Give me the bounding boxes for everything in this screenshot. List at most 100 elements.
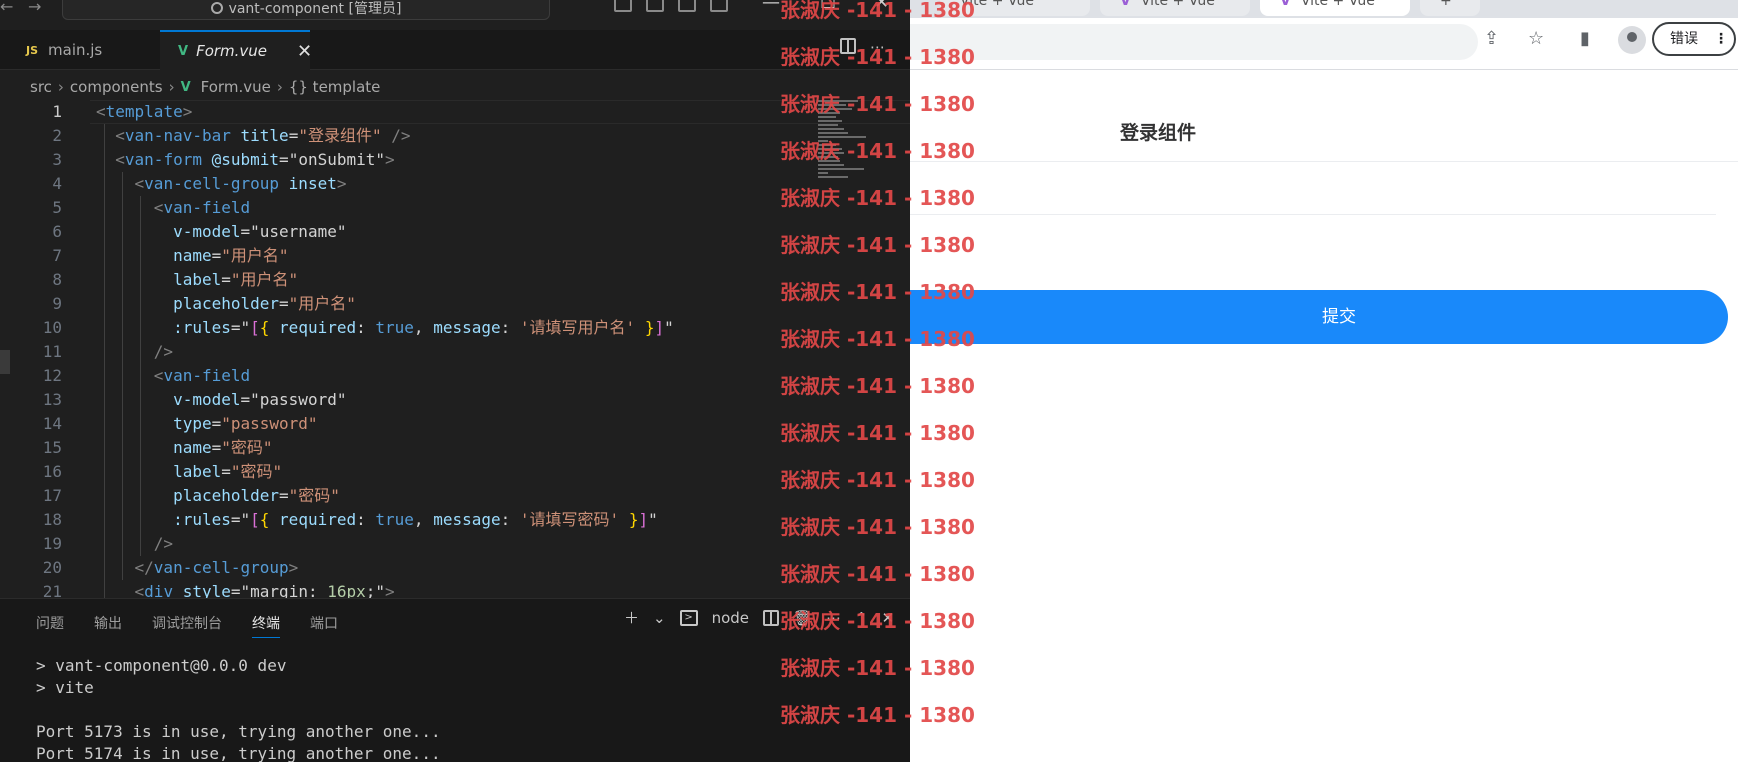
back-arrow-icon[interactable]: ←: [0, 0, 13, 15]
minimap-line: [818, 136, 866, 138]
terminal-line: > vite: [36, 678, 94, 697]
browser-tab[interactable]: V Vite + Vue: [1100, 0, 1250, 16]
code-line[interactable]: 3 <van-form @submit="onSubmit">: [0, 148, 910, 172]
chevron-up-icon[interactable]: ⌃: [855, 609, 868, 627]
chevron-down-icon[interactable]: ⌄: [653, 609, 666, 627]
browser-tab-active[interactable]: V Vite + Vue: [1260, 0, 1410, 16]
minimap-line: [818, 164, 844, 166]
minimap-line: [818, 152, 844, 154]
address-bar[interactable]: [910, 24, 1478, 60]
minimap-line: [818, 148, 842, 150]
tab-terminal[interactable]: 终端: [252, 613, 280, 638]
line-number: 16: [42, 462, 62, 481]
code-line[interactable]: 7 name="用户名": [0, 244, 910, 268]
code-text: name="用户名": [173, 246, 289, 265]
code-text: />: [153, 534, 174, 553]
code-line[interactable]: 13 v-model="password": [0, 388, 910, 412]
tab-label: Form.vue: [196, 42, 268, 60]
close-window-icon[interactable]: ✕: [874, 0, 889, 13]
tab-debug-console[interactable]: 调试控制台: [152, 613, 222, 638]
close-panel-icon[interactable]: ✕: [882, 609, 895, 627]
code-line[interactable]: 1 <template>: [0, 100, 910, 124]
code-line[interactable]: 16 label="密码": [0, 460, 910, 484]
split-editor-icon[interactable]: [840, 38, 856, 54]
code-text: placeholder="用户名": [173, 294, 356, 313]
indent-guide: [104, 124, 105, 598]
line-number: 19: [42, 534, 62, 553]
chevron-right-icon: ›: [57, 78, 64, 96]
new-tab-button[interactable]: +: [1420, 0, 1480, 16]
code-line[interactable]: 2 <van-nav-bar title="登录组件" />: [0, 124, 910, 148]
line-number: 7: [52, 246, 62, 265]
minimize-icon[interactable]: —: [762, 0, 780, 13]
more-actions-icon[interactable]: ⋯: [826, 609, 841, 627]
terminal-output[interactable]: > vant-component@0.0.0 dev > vite Port 51…: [36, 655, 441, 762]
chevron-right-icon: ›: [276, 78, 283, 96]
bottom-panel: 问题 输出 调试控制台 终端 端口 ＋ ⌄ > node 🗑 ⋯ ⌃ ✕ > v…: [0, 598, 910, 762]
breadcrumb-item[interactable]: Form.vue: [201, 78, 271, 96]
new-terminal-icon[interactable]: ＋: [624, 607, 639, 628]
line-number: 21: [42, 582, 62, 598]
code-line[interactable]: 4 <van-cell-group inset>: [0, 172, 910, 196]
code-line[interactable]: 20 </van-cell-group>: [0, 556, 910, 580]
tab-form-vue[interactable]: V Form.vue ✕: [160, 30, 312, 70]
code-line[interactable]: 8 label="用户名": [0, 268, 910, 292]
minimap-line: [818, 124, 838, 126]
tab-ports[interactable]: 端口: [310, 613, 338, 638]
code-text: placeholder="密码": [173, 486, 340, 505]
tab-output[interactable]: 输出: [94, 613, 122, 638]
code-text: type="password": [173, 414, 318, 433]
maximize-icon[interactable]: ☐: [820, 0, 836, 13]
tab-problems[interactable]: 问题: [36, 613, 64, 638]
title-bar: ← → vant-component [管理员] — ☐ ✕: [0, 0, 910, 24]
minimap[interactable]: [818, 100, 868, 180]
command-center-search[interactable]: vant-component [管理员]: [62, 0, 550, 20]
more-actions-icon[interactable]: ⋯: [870, 38, 885, 56]
line-number: 9: [52, 294, 62, 313]
line-number: 4: [52, 174, 62, 193]
share-icon[interactable]: ⇪: [1484, 28, 1499, 49]
editor-tabs: JS main.js V Form.vue ✕ ⋯: [0, 30, 910, 70]
code-line[interactable]: 17 placeholder="密码": [0, 484, 910, 508]
toggle-secondary-sidebar-icon[interactable]: [678, 0, 696, 12]
tab-label: Vite + Vue: [1140, 0, 1215, 9]
customize-layout-icon[interactable]: [710, 0, 728, 12]
code-line[interactable]: 15 name="密码": [0, 436, 910, 460]
breadcrumb-item[interactable]: {} template: [289, 78, 381, 96]
bookmark-star-icon[interactable]: ☆: [1528, 28, 1544, 49]
code-line[interactable]: 9 placeholder="用户名": [0, 292, 910, 316]
code-editor[interactable]: 1 <template> 2 <van-nav-bar title="登录组件" /…: [0, 100, 910, 598]
error-label: 错误: [1670, 31, 1698, 47]
browser-tab[interactable]: Vite + Vue: [940, 0, 1090, 16]
trash-icon[interactable]: 🗑: [793, 609, 812, 627]
code-line[interactable]: 12 <van-field: [0, 364, 910, 388]
browser-tabs: Vite + Vue V Vite + Vue V Vite + Vue +: [910, 0, 1738, 18]
side-panel-icon[interactable]: ▮: [1580, 28, 1590, 49]
code-text: v-model="password": [173, 390, 347, 409]
breadcrumb-item[interactable]: components: [70, 78, 163, 96]
submit-button[interactable]: 提交: [910, 290, 1728, 344]
toggle-panel-icon[interactable]: [646, 0, 664, 12]
error-button[interactable]: 错误 ⋮: [1652, 22, 1736, 56]
line-number: 6: [52, 222, 62, 241]
breadcrumb-item[interactable]: src: [30, 78, 52, 96]
menu-dots-icon: ⋮: [1714, 31, 1728, 47]
code-line[interactable]: 11 />: [0, 340, 910, 364]
code-line[interactable]: 19 />: [0, 532, 910, 556]
code-line[interactable]: 10 :rules="[{ required: true, message: '…: [0, 316, 910, 340]
split-terminal-icon[interactable]: [763, 609, 780, 626]
terminal-name[interactable]: node: [712, 609, 749, 627]
close-icon[interactable]: ✕: [297, 41, 312, 62]
tab-main-js[interactable]: JS main.js: [8, 30, 158, 70]
avatar[interactable]: [1618, 26, 1646, 54]
code-line[interactable]: 14 type="password": [0, 412, 910, 436]
code-line[interactable]: 5 <van-field: [0, 196, 910, 220]
code-line[interactable]: 6 v-model="username": [0, 220, 910, 244]
code-text: <van-field: [153, 366, 251, 385]
code-line[interactable]: 18 :rules="[{ required: true, message: '…: [0, 508, 910, 532]
forward-arrow-icon[interactable]: →: [28, 0, 41, 15]
code-line[interactable]: 21 <div style="margin: 16px;">: [0, 580, 910, 598]
toggle-sidebar-icon[interactable]: [614, 0, 632, 12]
line-number: 1: [52, 102, 62, 121]
code-text: <van-nav-bar title="登录组件" />: [115, 126, 411, 145]
